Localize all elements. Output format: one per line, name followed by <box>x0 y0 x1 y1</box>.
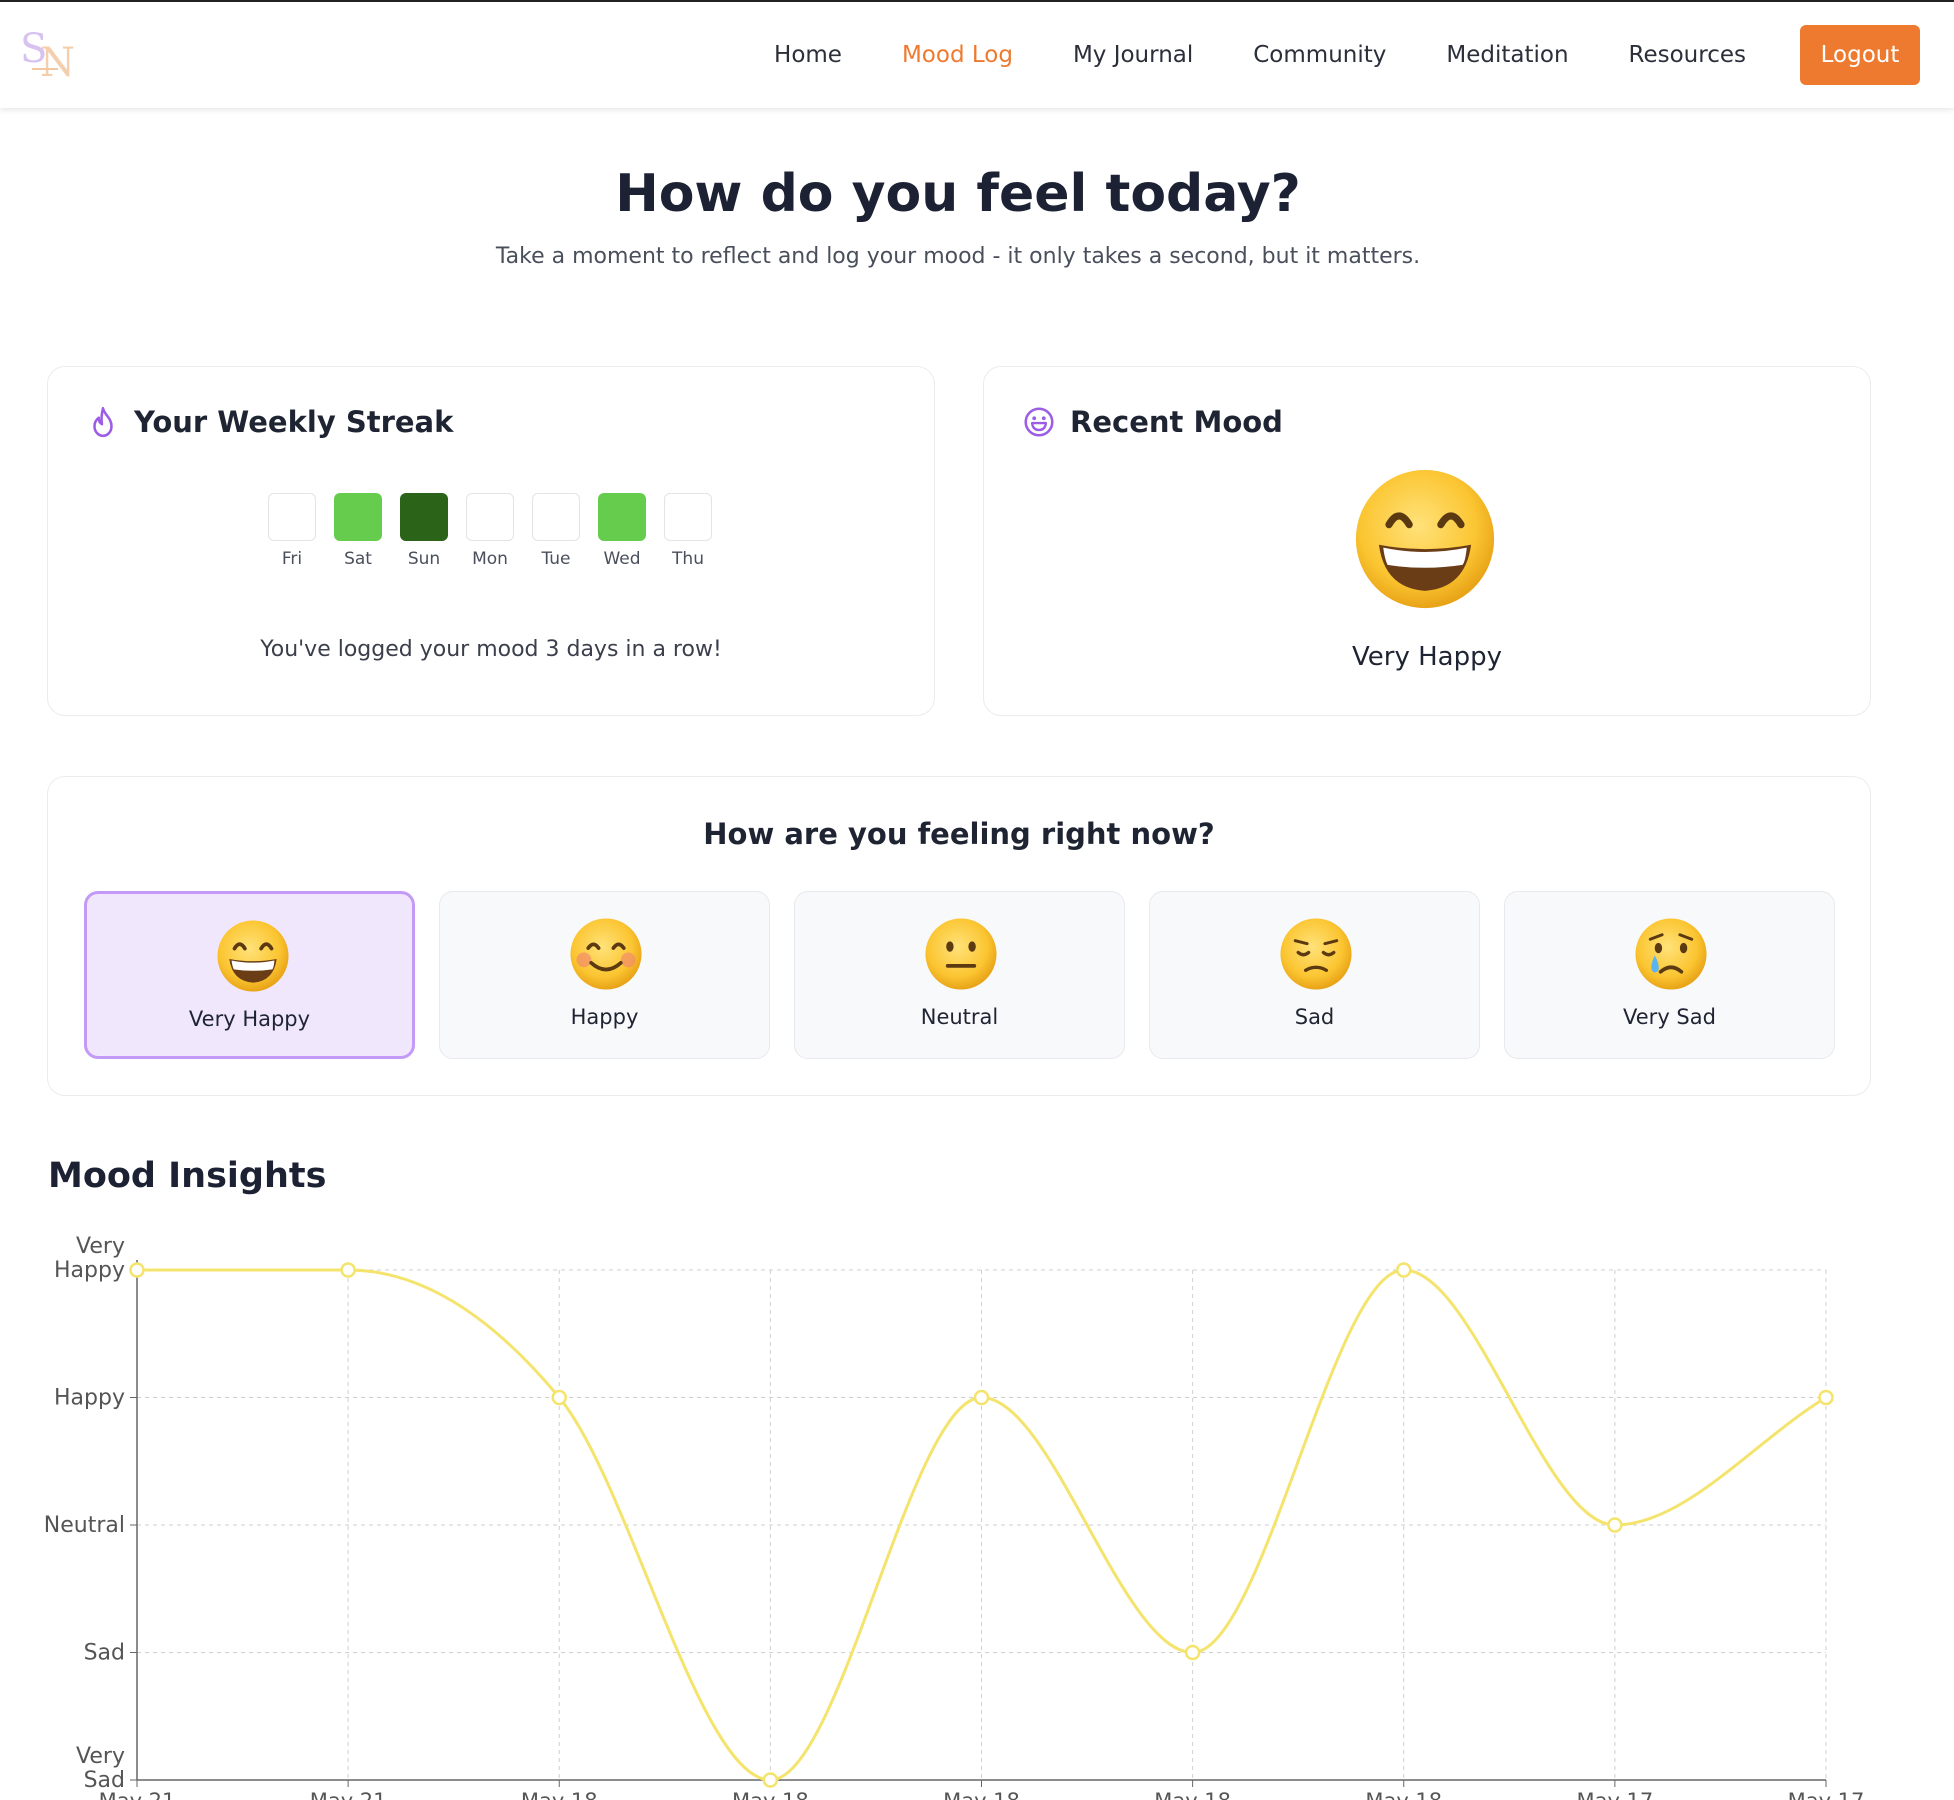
streak-square-logged <box>334 493 382 541</box>
streak-day-label: Sat <box>344 549 372 569</box>
streak-day: Sat <box>334 493 382 569</box>
mood-option-label: Sad <box>1294 1005 1335 1029</box>
chart-y-tick-label: Very Happy <box>54 1234 125 1283</box>
weekly-streak-title: Your Weekly Streak <box>134 405 454 439</box>
streak-message: You've logged your mood 3 days in a row! <box>260 637 722 662</box>
streak-square-logged <box>598 493 646 541</box>
chart-x-tick-label: May 17 <box>1576 1789 1653 1800</box>
very-happy-emoji-icon <box>1355 469 1495 609</box>
streak-square-empty <box>532 493 580 541</box>
mood-option-happy[interactable]: Happy <box>439 891 770 1059</box>
mood-option-very-sad[interactable]: Very Sad <box>1504 891 1835 1059</box>
chart-data-point[interactable] <box>340 1262 356 1278</box>
chart-x-tick-label: May 18 <box>732 1789 809 1800</box>
nav-my-journal[interactable]: My Journal <box>1073 42 1193 68</box>
chart-x-tick-label: May 21 <box>310 1789 387 1800</box>
streak-day-label: Thu <box>672 549 704 569</box>
mood-option-label: Very Happy <box>188 1007 311 1031</box>
streak-day: Mon <box>466 493 514 569</box>
mood-picker-title: How are you feeling right now? <box>703 817 1215 851</box>
streak-square-empty <box>664 493 712 541</box>
weekly-streak-card: Your Weekly Streak Fri Sat Sun Mon Tue W… <box>47 366 935 716</box>
flame-icon <box>93 406 113 438</box>
smiley-icon <box>1024 407 1054 437</box>
mood-insights-title: Mood Insights <box>48 1156 327 1196</box>
mood-option-label: Very Sad <box>1623 1005 1716 1029</box>
mood-option-neutral[interactable]: Neutral <box>794 891 1125 1059</box>
chart-x-tick-label: May 17 <box>1788 1789 1865 1800</box>
mood-option-sad[interactable]: Sad <box>1149 891 1480 1059</box>
logo-icon[interactable]: S N <box>18 24 84 86</box>
streak-day-label: Mon <box>472 549 508 569</box>
very-happy-emoji-icon <box>217 920 289 992</box>
chart-x-tick-label: May 18 <box>521 1789 598 1800</box>
streak-day: Tue <box>532 493 580 569</box>
streak-day: Sun <box>400 493 448 569</box>
streak-square-today <box>400 493 448 541</box>
page-subtitle: Take a moment to reflect and log your mo… <box>495 244 1421 269</box>
streak-square-empty <box>268 493 316 541</box>
nav-home[interactable]: Home <box>774 42 842 68</box>
svg-text:N: N <box>40 40 75 86</box>
streak-day: Fri <box>268 493 316 569</box>
chart-data-point[interactable] <box>973 1389 990 1406</box>
chart-x-tick-label: May 18 <box>943 1789 1020 1800</box>
streak-day-label: Tue <box>541 549 571 569</box>
mood-insights-chart: VerySad Sad Neutral Happy VeryHappy May 21 May… <box>44 1234 1865 1800</box>
chart-data-point[interactable] <box>1607 1517 1623 1533</box>
page-title: How do you feel today? <box>615 164 1301 224</box>
recent-mood-title: Recent Mood <box>1070 405 1283 439</box>
streak-day-label: Wed <box>603 549 641 569</box>
chart-x-tick-label: May 18 <box>1154 1789 1231 1800</box>
streak-day: Wed <box>598 493 646 569</box>
nav-resources[interactable]: Resources <box>1629 42 1746 68</box>
chart-data-point[interactable] <box>762 1772 779 1788</box>
chart-y-tick-label: Happy <box>54 1386 125 1411</box>
mood-picker-card: How are you feeling right now? Very Happ… <box>47 776 1871 1096</box>
streak-day: Thu <box>664 493 712 569</box>
chart-y-tick-label: Neutral <box>44 1513 125 1538</box>
nav-meditation[interactable]: Meditation <box>1446 42 1568 68</box>
chart-data-point[interactable] <box>129 1262 145 1278</box>
neutral-emoji-icon <box>925 918 997 990</box>
mood-option-label: Happy <box>570 1005 639 1029</box>
streak-days: Fri Sat Sun Mon Tue Wed Thu <box>268 493 730 569</box>
chart-data-point[interactable] <box>1184 1644 1201 1661</box>
streak-square-empty <box>466 493 514 541</box>
chart-x-tick-label: May 18 <box>1365 1789 1442 1800</box>
main-nav: Home Mood Log My Journal Community Medit… <box>714 24 1920 86</box>
chart-data-point[interactable] <box>1818 1389 1834 1406</box>
recent-mood-label: Very Happy <box>1352 642 1502 672</box>
mood-option-very-happy[interactable]: Very Happy <box>84 891 415 1059</box>
chart-y-tick-label: Sad <box>84 1641 125 1666</box>
happy-emoji-icon <box>570 918 642 990</box>
streak-day-label: Fri <box>281 549 303 569</box>
mood-option-label: Neutral <box>920 1005 999 1029</box>
chart-y-tick-label: Very Sad <box>76 1744 125 1793</box>
chart-data-point[interactable] <box>551 1389 567 1406</box>
chart-x-tick-label: May 21 <box>99 1789 176 1800</box>
streak-day-label: Sun <box>407 549 441 569</box>
very-sad-emoji-icon <box>1635 918 1707 990</box>
logout-button[interactable]: Logout <box>1800 25 1920 85</box>
chart-data-point[interactable] <box>1396 1262 1412 1278</box>
sad-emoji-icon <box>1280 918 1352 990</box>
recent-mood-card: Recent Mood Very Happy <box>983 366 1871 716</box>
nav-mood-log[interactable]: Mood Log <box>902 42 1013 68</box>
nav-community[interactable]: Community <box>1253 42 1386 68</box>
top-navbar: S N Home Mood Log My Journal Community M… <box>0 0 1954 108</box>
